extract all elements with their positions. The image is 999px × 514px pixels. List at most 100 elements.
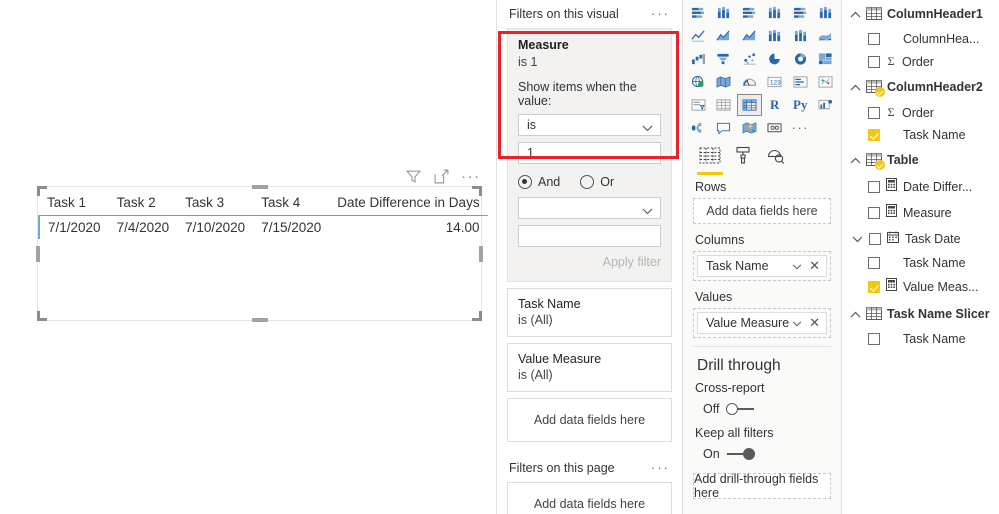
field-checkbox[interactable] xyxy=(868,181,880,193)
slicer-icon[interactable] xyxy=(686,94,711,116)
radio-or[interactable] xyxy=(580,175,595,189)
resize-handle-bottom-right[interactable] xyxy=(472,311,482,321)
field-table-group[interactable]: ColumnHeader1 xyxy=(842,0,999,28)
field-checkbox[interactable] xyxy=(868,333,880,345)
filter-operator-dropdown-2[interactable] xyxy=(518,197,661,219)
field-item[interactable]: Measure xyxy=(842,200,999,226)
matrix-icon[interactable] xyxy=(737,94,762,116)
table-icon[interactable] xyxy=(712,94,737,116)
remove-field-icon[interactable]: ✕ xyxy=(809,258,820,274)
field-item[interactable]: Task Name xyxy=(842,252,999,274)
field-checkbox[interactable] xyxy=(868,55,880,68)
field-checkbox[interactable] xyxy=(868,129,880,141)
field-item[interactable]: Σ Order xyxy=(842,50,999,73)
funnel-chart-icon[interactable] xyxy=(712,48,737,70)
filters-on-page-more-button[interactable]: ··· xyxy=(651,461,670,474)
chevron-up-icon[interactable] xyxy=(850,305,861,323)
chevron-down-icon[interactable] xyxy=(792,259,802,273)
cross-report-toggle-row[interactable]: Off xyxy=(683,399,841,424)
stacked-area-chart-icon[interactable] xyxy=(737,25,762,47)
field-table-group[interactable]: Table xyxy=(842,146,999,174)
well-drop-target[interactable]: Value Measure ✕ xyxy=(693,308,831,338)
matrix-visual[interactable]: Task 1 Task 2 Task 3 Task 4 Date Difference … xyxy=(36,185,488,322)
field-item[interactable]: Date Differ... xyxy=(842,174,999,200)
table-row[interactable]: 7/1/2020 7/4/2020 7/10/2020 7/15/2020 14.00 xyxy=(38,215,488,239)
line-chart-icon[interactable] xyxy=(686,25,711,47)
table-column-header[interactable]: Task 2 xyxy=(108,193,178,216)
well-empty-drop-target[interactable]: Add data fields here xyxy=(693,198,831,224)
filter-card-measure[interactable]: Measure is 1 Show items when the value: … xyxy=(507,28,672,282)
chevron-down-icon[interactable] xyxy=(852,230,863,248)
kpi-icon[interactable] xyxy=(814,71,839,93)
map-icon[interactable] xyxy=(686,71,711,93)
clustered-column-chart-icon[interactable] xyxy=(763,2,788,24)
treemap-icon[interactable] xyxy=(814,48,839,70)
field-item[interactable]: Task Name xyxy=(842,328,999,350)
add-data-fields-visual[interactable]: Add data fields here xyxy=(507,398,672,442)
well-drop-target[interactable]: Task Name ✕ xyxy=(693,251,831,281)
field-checkbox[interactable] xyxy=(868,106,880,119)
table-column-header[interactable]: Task 4 xyxy=(253,193,330,216)
donut-chart-icon[interactable] xyxy=(788,48,813,70)
resize-handle-bottom-left[interactable] xyxy=(37,311,47,321)
field-item[interactable]: Task Date xyxy=(842,226,999,252)
table-column-header[interactable]: Task 1 xyxy=(39,193,109,216)
r-script-visual-icon[interactable]: R xyxy=(763,94,788,116)
field-item[interactable]: ColumnHea... xyxy=(842,28,999,50)
field-table-group[interactable]: Task Name Slicer xyxy=(842,300,999,328)
visual-more-options-button[interactable]: ··· xyxy=(461,169,481,184)
tab-format[interactable] xyxy=(735,146,752,175)
radio-and[interactable] xyxy=(518,175,532,189)
resize-handle-bottom[interactable] xyxy=(251,318,268,322)
filter-card[interactable]: Task Name is (All) xyxy=(507,288,672,337)
field-checkbox[interactable] xyxy=(868,207,880,219)
filled-map-icon[interactable] xyxy=(712,71,737,93)
field-item[interactable]: Task Name xyxy=(842,124,999,146)
filter-card[interactable]: Value Measure is (All) xyxy=(507,343,672,392)
decomposition-tree-icon[interactable] xyxy=(686,117,711,139)
field-table-group[interactable]: ColumnHeader2 xyxy=(842,73,999,101)
card-icon[interactable]: 123 xyxy=(763,71,788,93)
paginated-report-icon[interactable] xyxy=(763,117,788,139)
chevron-down-icon[interactable] xyxy=(792,316,802,330)
pie-chart-icon[interactable] xyxy=(763,48,788,70)
field-chip[interactable]: Value Measure ✕ xyxy=(697,312,827,334)
filters-on-visual-more-button[interactable]: ··· xyxy=(651,7,670,20)
key-influencers-icon[interactable] xyxy=(814,94,839,116)
table-column-header[interactable]: Task 3 xyxy=(177,193,254,216)
scatter-chart-icon[interactable] xyxy=(737,48,762,70)
field-chip[interactable]: Task Name ✕ xyxy=(697,255,827,277)
cross-report-toggle[interactable] xyxy=(726,403,755,415)
field-checkbox[interactable] xyxy=(868,33,880,45)
ribbon-chart-icon[interactable] xyxy=(814,25,839,47)
gauge-icon[interactable] xyxy=(737,71,762,93)
resize-handle-right[interactable] xyxy=(479,245,483,262)
line-stacked-column-chart-icon[interactable] xyxy=(763,25,788,47)
report-canvas[interactable]: ··· Task 1 Task 2 Task 3 Task 4 Date Differe… xyxy=(0,0,495,514)
resize-handle-left[interactable] xyxy=(36,245,40,262)
keep-all-filters-toggle[interactable] xyxy=(726,448,755,460)
waterfall-chart-icon[interactable] xyxy=(686,48,711,70)
filter-operator-dropdown[interactable]: is xyxy=(518,114,661,136)
qna-visual-icon[interactable] xyxy=(712,117,737,139)
add-data-fields-page[interactable]: Add data fields here xyxy=(507,482,672,514)
field-checkbox[interactable] xyxy=(869,233,881,245)
field-checkbox[interactable] xyxy=(868,281,880,293)
filter-value-input[interactable]: 1 xyxy=(518,142,661,164)
chevron-up-icon[interactable] xyxy=(850,78,861,96)
100-stacked-column-chart-icon[interactable] xyxy=(814,2,839,24)
apply-filter-button[interactable]: Apply filter xyxy=(518,255,661,269)
tab-analytics[interactable] xyxy=(766,146,785,175)
arcgis-maps-icon[interactable] xyxy=(737,117,762,139)
stacked-column-chart-icon[interactable] xyxy=(712,2,737,24)
tab-fields[interactable] xyxy=(697,147,723,175)
chevron-up-icon[interactable] xyxy=(850,5,861,23)
stacked-bar-chart-icon[interactable] xyxy=(686,2,711,24)
more-visuals-icon[interactable]: ··· xyxy=(788,117,813,139)
keep-all-filters-toggle-row[interactable]: On xyxy=(683,444,841,469)
multi-row-card-icon[interactable] xyxy=(788,71,813,93)
area-chart-icon[interactable] xyxy=(712,25,737,47)
add-drill-through-fields-well[interactable]: Add drill-through fields here xyxy=(693,472,831,500)
resize-handle-top[interactable] xyxy=(251,185,268,189)
chevron-up-icon[interactable] xyxy=(850,151,861,169)
